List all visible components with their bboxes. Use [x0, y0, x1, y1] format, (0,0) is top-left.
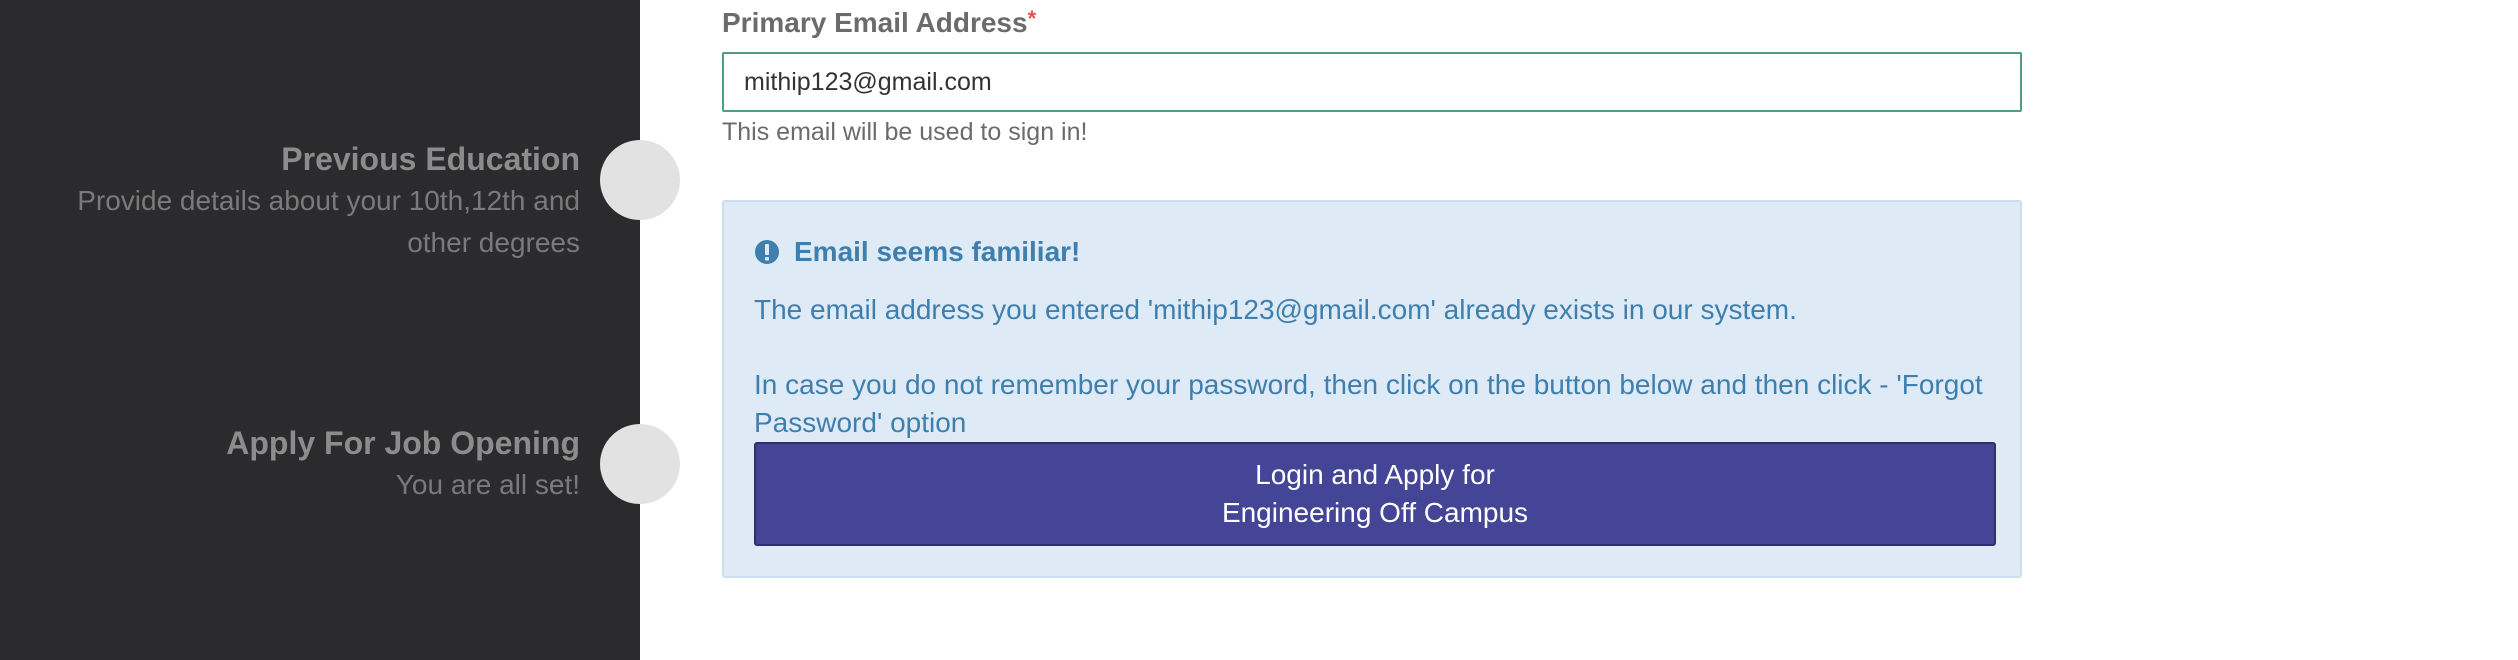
button-label-line2: Engineering Off Campus: [1221, 497, 1529, 528]
step-apply-for-job-opening[interactable]: Apply For Job Opening You are all set!: [20, 422, 580, 506]
alert-title-text: Email seems familiar!: [794, 236, 1081, 267]
email-help-text: This email will be used to sign in!: [722, 118, 1088, 146]
step-description: other degrees: [407, 227, 580, 258]
step-title: Apply For Job Opening: [226, 425, 580, 461]
alert-title: Email seems familiar!: [754, 232, 1080, 272]
email-exists-alert: Email seems familiar! The email address …: [722, 200, 2022, 578]
page: Previous Education Provide details about…: [0, 0, 2518, 660]
step-description: Provide details about your 10th,12th and: [77, 185, 580, 216]
email-field-label: Primary Email Address*: [722, 4, 1036, 42]
login-and-apply-button[interactable]: Login and Apply for Engineering Off Camp…: [754, 442, 1996, 546]
step-previous-education[interactable]: Previous Education Provide details about…: [20, 138, 580, 264]
alert-message: The email address you entered 'mithip123…: [754, 294, 1797, 325]
step-description: You are all set!: [395, 469, 580, 500]
required-marker: *: [1027, 6, 1037, 31]
button-label-line1: Login and Apply for: [1255, 459, 1495, 490]
exclamation-circle-icon: [755, 240, 779, 264]
steps-sidebar: Previous Education Provide details about…: [0, 0, 640, 660]
step-indicator-circle: [600, 424, 680, 504]
email-label-text: Primary Email Address: [722, 7, 1028, 38]
step-title: Previous Education: [281, 141, 580, 177]
email-field[interactable]: [722, 52, 2022, 112]
alert-instruction: In case you do not remember your passwor…: [754, 369, 1983, 438]
step-indicator-circle: [600, 140, 680, 220]
